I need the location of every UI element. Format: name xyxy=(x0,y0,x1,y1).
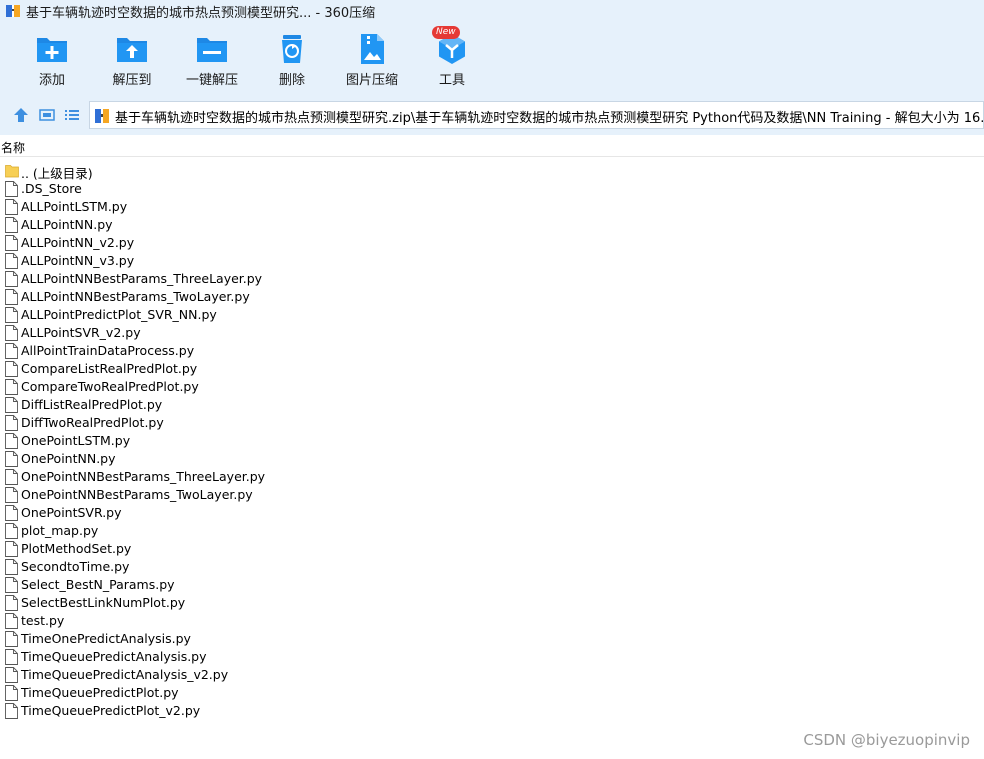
table-row[interactable]: ALLPointNN_v3.py xyxy=(0,252,600,270)
file-name: CompareListRealPredPlot.py xyxy=(21,361,198,376)
file-list: .. (上级目录) .DS_Store ALLPointLSTM.py ALLPoin… xyxy=(0,162,600,720)
one-click-extract-button[interactable]: 一键解压 xyxy=(172,32,252,88)
file-name: ALLPointSVR_v2.py xyxy=(21,325,141,340)
column-header: 名称 xyxy=(0,138,984,157)
up-arrow-icon[interactable] xyxy=(12,107,30,123)
watermark: CSDN @biyezuopinvip xyxy=(803,731,970,749)
file-name: TimeOnePredictAnalysis.py xyxy=(21,631,191,646)
table-row[interactable]: TimeQueuePredictAnalysis.py xyxy=(0,648,600,666)
table-row[interactable]: ALLPointLSTM.py xyxy=(0,198,600,216)
file-name: TimeQueuePredictAnalysis_v2.py xyxy=(21,667,229,682)
file-name: ALLPointNN.py xyxy=(21,217,113,232)
table-row[interactable]: TimeQueuePredictAnalysis_v2.py xyxy=(0,666,600,684)
file-name: PlotMethodSet.py xyxy=(21,541,132,556)
file-name: TimeQueuePredictPlot.py xyxy=(21,685,179,700)
one-click-extract-icon xyxy=(197,38,227,62)
tools-label: 工具 xyxy=(438,73,465,88)
table-row[interactable]: .DS_Store xyxy=(0,180,600,198)
file-name: DiffListRealPredPlot.py xyxy=(21,397,163,412)
file-name: DiffTwoRealPredPlot.py xyxy=(21,415,164,430)
table-row[interactable]: SelectBestLinkNumPlot.py xyxy=(0,594,600,612)
delete-icon xyxy=(282,35,302,63)
address-bar: 基于车辆轨迹时空数据的城市热点预测模型研究.zip\基于车辆轨迹时空数据的城市热… xyxy=(0,95,984,135)
file-name: ALLPointPredictPlot_SVR_NN.py xyxy=(21,307,217,322)
table-row[interactable]: CompareListRealPredPlot.py xyxy=(0,360,600,378)
table-row[interactable]: test.py xyxy=(0,612,600,630)
file-name: ALLPointNNBestParams_TwoLayer.py xyxy=(21,289,250,304)
file-name: Select_BestN_Params.py xyxy=(21,577,175,592)
table-row[interactable]: TimeQueuePredictPlot_v2.py xyxy=(0,702,600,720)
file-name: OnePointNN.py xyxy=(21,451,116,466)
add-icon xyxy=(37,38,67,62)
table-row[interactable]: SecondtoTime.py xyxy=(0,558,600,576)
file-name: ALLPointNNBestParams_ThreeLayer.py xyxy=(21,271,263,286)
table-row[interactable]: CompareTwoRealPredPlot.py xyxy=(0,378,600,396)
thumbnail-view-icon[interactable] xyxy=(38,107,56,123)
list-view-icon[interactable] xyxy=(63,107,81,123)
extract-to-button[interactable]: 解压到 xyxy=(92,32,172,88)
table-row[interactable]: OnePointNNBestParams_TwoLayer.py xyxy=(0,486,600,504)
file-name: AllPointTrainDataProcess.py xyxy=(21,343,195,358)
table-row[interactable]: DiffListRealPredPlot.py xyxy=(0,396,600,414)
path-field[interactable]: 基于车辆轨迹时空数据的城市热点预测模型研究.zip\基于车辆轨迹时空数据的城市热… xyxy=(89,101,984,129)
table-row[interactable]: OnePointNNBestParams_ThreeLayer.py xyxy=(0,468,600,486)
table-row[interactable]: Select_BestN_Params.py xyxy=(0,576,600,594)
table-row[interactable]: ALLPointSVR_v2.py xyxy=(0,324,600,342)
title-bar: 基于车辆轨迹时空数据的城市热点预测模型研究... - 360压缩 xyxy=(0,0,984,22)
table-row[interactable]: ALLPointNNBestParams_TwoLayer.py xyxy=(0,288,600,306)
table-row[interactable]: .. (上级目录) xyxy=(0,162,600,181)
tools-button[interactable]: New 工具 xyxy=(412,26,492,88)
file-name: ALLPointNN_v2.py xyxy=(21,235,135,250)
file-name: ALLPointLSTM.py xyxy=(21,199,128,214)
new-badge: New xyxy=(432,26,460,39)
table-row[interactable]: TimeOnePredictAnalysis.py xyxy=(0,630,600,648)
table-row[interactable]: plot_map.py xyxy=(0,522,600,540)
image-compress-button[interactable]: 图片压缩 xyxy=(332,32,412,88)
table-row[interactable]: ALLPointNN.py xyxy=(0,216,600,234)
image-compress-label: 图片压缩 xyxy=(345,73,398,88)
table-row[interactable]: ALLPointNNBestParams_ThreeLayer.py xyxy=(0,270,600,288)
file-name: SelectBestLinkNumPlot.py xyxy=(21,595,186,610)
file-name: SecondtoTime.py xyxy=(21,559,130,574)
add-button[interactable]: 添加 xyxy=(12,32,92,88)
file-name: test.py xyxy=(21,613,65,628)
file-name: .DS_Store xyxy=(21,181,82,196)
extract-to-icon xyxy=(117,38,147,62)
file-name: TimeQueuePredictPlot_v2.py xyxy=(21,703,201,718)
toolbar: 添加 解压到 一键解压 删除 图片压缩 New 工具 xyxy=(0,22,984,95)
table-row[interactable]: AllPointTrainDataProcess.py xyxy=(0,342,600,360)
file-name: plot_map.py xyxy=(21,523,99,538)
table-row[interactable]: TimeQueuePredictPlot.py xyxy=(0,684,600,702)
delete-label: 删除 xyxy=(278,73,305,88)
file-icon xyxy=(5,703,18,723)
table-row[interactable]: OnePointLSTM.py xyxy=(0,432,600,450)
name-column-header[interactable]: 名称 xyxy=(1,139,25,156)
add-label: 添加 xyxy=(38,73,65,88)
table-row[interactable]: ALLPointPredictPlot_SVR_NN.py xyxy=(0,306,600,324)
window-title: 基于车辆轨迹时空数据的城市热点预测模型研究... - 360压缩 xyxy=(26,6,376,21)
table-row[interactable]: DiffTwoRealPredPlot.py xyxy=(0,414,600,432)
file-name: OnePointNNBestParams_ThreeLayer.py xyxy=(21,469,266,484)
app-icon xyxy=(6,5,20,17)
image-compress-icon xyxy=(361,34,384,64)
file-name: OnePointLSTM.py xyxy=(21,433,131,448)
zip-archive-icon xyxy=(95,109,109,123)
table-row[interactable]: OnePointNN.py xyxy=(0,450,600,468)
file-name: CompareTwoRealPredPlot.py xyxy=(21,379,199,394)
delete-button[interactable]: 删除 xyxy=(252,32,332,88)
table-row[interactable]: PlotMethodSet.py xyxy=(0,540,600,558)
file-name: TimeQueuePredictAnalysis.py xyxy=(21,649,207,664)
one-click-extract-label: 一键解压 xyxy=(185,73,238,88)
table-row[interactable]: OnePointSVR.py xyxy=(0,504,600,522)
extract-to-label: 解压到 xyxy=(112,73,152,88)
file-name: OnePointNNBestParams_TwoLayer.py xyxy=(21,487,253,502)
file-name: OnePointSVR.py xyxy=(21,505,122,520)
file-name: ALLPointNN_v3.py xyxy=(21,253,135,268)
path-text: 基于车辆轨迹时空数据的城市热点预测模型研究.zip\基于车辆轨迹时空数据的城市热… xyxy=(115,111,984,126)
table-row[interactable]: ALLPointNN_v2.py xyxy=(0,234,600,252)
